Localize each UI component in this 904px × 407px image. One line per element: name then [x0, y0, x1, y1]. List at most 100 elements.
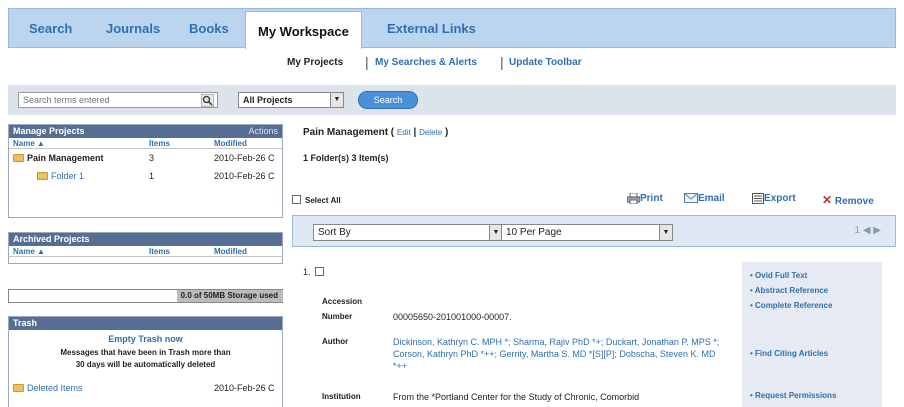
trash-note-line1: Messages that have been in Trash more th…: [60, 348, 231, 357]
institution-label: Institution: [322, 392, 361, 401]
storage-usage-bar: 0.0 of 50MB Storage used: [8, 289, 283, 303]
project-title-line: Pain Management ( Edit | Delete ): [303, 127, 449, 138]
project-name[interactable]: Pain Management: [27, 153, 104, 163]
archived-projects-panel: Archived Projects Name ▲ Items Modified: [8, 232, 283, 264]
subnav-my-projects[interactable]: My Projects: [287, 57, 343, 68]
link-text: Request Permissions: [755, 391, 837, 400]
panel-header: Manage Projects Actions: [9, 125, 282, 138]
panel-title: Archived Projects: [13, 234, 90, 244]
column-headers: Name ▲ Items Modified: [9, 246, 282, 257]
print-action[interactable]: Print: [626, 192, 663, 206]
accession-label-2: Number: [322, 312, 353, 321]
col-items[interactable]: Items: [149, 247, 170, 256]
folder-icon: [13, 154, 24, 162]
trash-modified: 2010-Feb-26 C: [214, 383, 275, 393]
manage-projects-panel: Manage Projects Actions Name ▲ Items Mod…: [8, 124, 283, 218]
results-toolbar: Sort By ▼ 10 Per Page ▼ 1 ◀ ▶: [292, 215, 896, 247]
folder-name[interactable]: Folder 1: [51, 171, 84, 181]
printer-icon: [626, 192, 641, 205]
tab-external-links[interactable]: External Links: [387, 9, 476, 49]
project-title: Pain Management: [303, 127, 389, 138]
trash-panel: Trash Empty Trash now Messages that have…: [8, 316, 283, 407]
chevron-down-icon: ▼: [659, 225, 672, 240]
subnav-divider: |: [500, 54, 504, 70]
link-text: Find Citing Articles: [755, 349, 829, 358]
abstract-reference-link[interactable]: • Abstract Reference: [750, 286, 828, 295]
project-name-cell: Pain Management: [13, 153, 104, 163]
export-action[interactable]: Export: [752, 193, 796, 206]
panel-title: Trash: [13, 318, 38, 328]
select-all-label: Select All: [305, 196, 341, 205]
sort-by-select[interactable]: Sort By ▼: [313, 224, 503, 241]
col-name[interactable]: Name ▲: [13, 139, 45, 148]
record-side-links: • Ovid Full Text • Abstract Reference • …: [742, 262, 882, 407]
remove-action[interactable]: ✕ Remove: [822, 193, 874, 207]
deleted-items-link[interactable]: Deleted Items: [27, 383, 83, 393]
subnav-update-toolbar[interactable]: Update Toolbar: [509, 57, 582, 68]
project-scope-select[interactable]: All Projects ▼: [238, 92, 344, 108]
tab-my-workspace[interactable]: My Workspace: [245, 11, 362, 49]
storage-text: 0.0 of 50MB Storage used: [180, 291, 278, 300]
request-permissions-link[interactable]: • Request Permissions: [750, 391, 836, 400]
empty-trash-link[interactable]: Empty Trash now: [9, 334, 282, 344]
chevron-down-icon: ▼: [330, 93, 343, 107]
trash-name-cell: Deleted Items: [13, 383, 83, 393]
select-all-checkbox[interactable]: [292, 195, 301, 204]
complete-reference-link[interactable]: • Complete Reference: [750, 301, 832, 310]
export-icon: [752, 193, 764, 204]
col-items[interactable]: Items: [149, 139, 170, 148]
tab-journals[interactable]: Journals: [106, 9, 160, 49]
email-icon: [684, 193, 698, 203]
search-input[interactable]: [18, 92, 218, 108]
folder-items: 1: [149, 171, 155, 181]
search-button[interactable]: Search: [358, 91, 418, 109]
subnav-divider: |: [365, 54, 369, 70]
folder-item-count: 1 Folder(s) 3 Item(s): [303, 153, 389, 163]
col-modified[interactable]: Modified: [214, 247, 247, 256]
tab-books[interactable]: Books: [189, 9, 229, 49]
project-items: 3: [149, 153, 155, 163]
remove-icon: ✕: [822, 193, 833, 207]
ovid-full-text-link[interactable]: • Ovid Full Text: [750, 271, 807, 280]
email-action[interactable]: Email: [684, 193, 725, 205]
panel-header: Trash: [9, 317, 282, 330]
link-text: Complete Reference: [755, 301, 833, 310]
record-checkbox[interactable]: [315, 267, 325, 276]
trash-row[interactable]: Deleted Items 2010-Feb-26 C: [9, 379, 282, 397]
panel-title: Manage Projects: [13, 126, 85, 136]
project-scope-value: All Projects: [243, 95, 293, 105]
find-citing-articles-link[interactable]: • Find Citing Articles: [750, 349, 828, 358]
search-icon[interactable]: [201, 94, 214, 107]
print-label: Print: [640, 193, 663, 204]
sort-by-value: Sort By: [318, 227, 351, 238]
folder-name-cell: Folder 1: [37, 171, 84, 181]
record-index: 1.: [303, 267, 311, 277]
project-row[interactable]: Pain Management 3 2010-Feb-26 C: [9, 149, 282, 167]
export-label: Export: [764, 193, 796, 204]
column-headers: Name ▲ Items Modified: [9, 138, 282, 149]
author-value[interactable]: Dickinson, Kathryn C. MPH *; Sharma, Raj…: [393, 336, 723, 372]
main-tab-bar: Search Journals Books My Workspace Exter…: [8, 8, 896, 49]
folder-row[interactable]: Folder 1 1 2010-Feb-26 C: [9, 167, 282, 185]
author-label: Author: [322, 337, 349, 346]
folder-modified: 2010-Feb-26 C: [214, 171, 275, 181]
remove-label: Remove: [834, 196, 874, 207]
edit-link[interactable]: Edit: [397, 128, 411, 137]
actions-link[interactable]: Actions: [248, 125, 278, 138]
col-modified[interactable]: Modified: [214, 139, 247, 148]
record-number: 1.: [303, 267, 328, 277]
link-text: Ovid Full Text: [755, 271, 808, 280]
project-search-bar: All Projects ▼ Search: [8, 85, 896, 115]
folder-icon: [37, 172, 48, 180]
subnav-my-searches[interactable]: My Searches & Alerts: [375, 57, 477, 68]
per-page-select[interactable]: 10 Per Page ▼: [501, 224, 673, 241]
delete-link[interactable]: Delete: [419, 128, 442, 137]
col-name[interactable]: Name ▲: [13, 247, 45, 256]
link-text: Abstract Reference: [754, 286, 829, 295]
select-all[interactable]: Select All: [292, 195, 341, 205]
tab-search[interactable]: Search: [29, 9, 72, 49]
panel-header: Archived Projects: [9, 233, 282, 246]
pagination[interactable]: 1 ◀ ▶: [855, 225, 882, 236]
email-label: Email: [698, 193, 725, 204]
project-modified: 2010-Feb-26 C: [214, 153, 275, 163]
